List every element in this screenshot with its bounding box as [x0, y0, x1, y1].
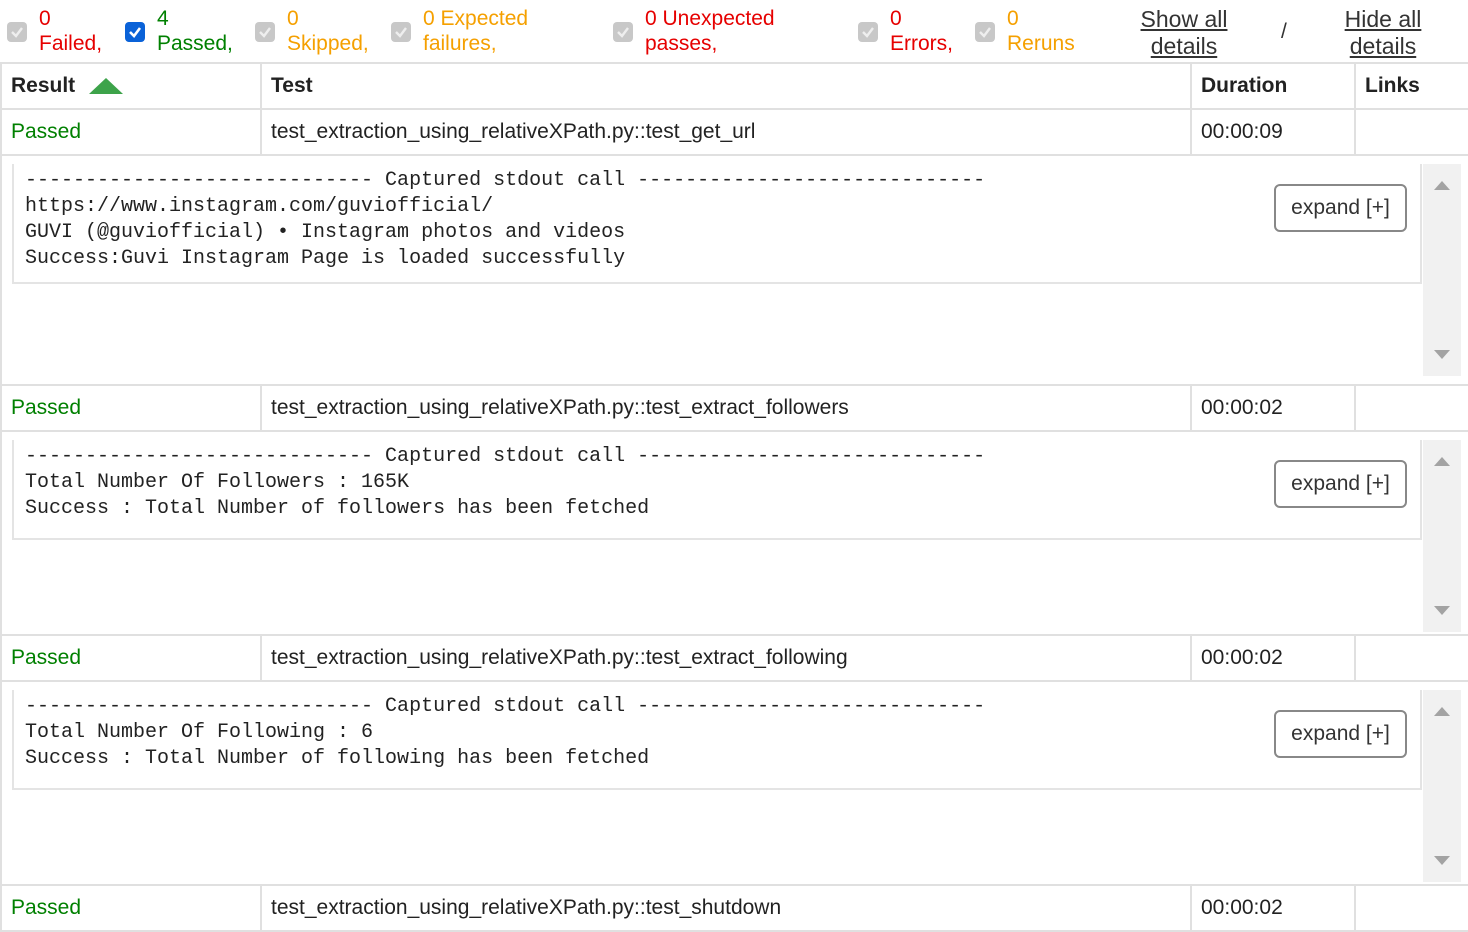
column-header-result[interactable]: Result	[0, 62, 262, 110]
scroll-down-arrow-icon[interactable]	[1434, 350, 1450, 360]
captured-log: ----------------------------- Captured s…	[12, 690, 1422, 790]
checkbox-errors[interactable]	[858, 22, 878, 42]
filter-bar: 0 Failed, 4 Passed, 0 Skipped, 0 Expected fa…	[0, 0, 1468, 62]
log-line: Total Number Of Following : 6	[25, 721, 374, 744]
column-header-links: Links	[1354, 62, 1468, 110]
scrollbar[interactable]	[1423, 164, 1461, 376]
filter-count: 4	[157, 7, 169, 30]
filter-label: passes,	[645, 32, 718, 55]
check-icon	[11, 27, 23, 38]
scrollbar[interactable]	[1423, 690, 1461, 882]
header-label: Result	[11, 74, 76, 97]
captured-log: ----------------------------- Captured s…	[12, 440, 1422, 540]
filter-label: Skipped,	[287, 32, 369, 55]
check-icon	[862, 27, 874, 38]
details-row: ----------------------------- Captured s…	[0, 154, 1468, 386]
links-cell	[1354, 384, 1468, 432]
test-name-cell: test_extraction_using_relativeXPath.py::…	[260, 108, 1192, 156]
table-row[interactable]: Passed test_extraction_using_relativeXPa…	[0, 108, 1468, 156]
filter-count: 0 Expected	[423, 7, 529, 30]
hide-all-text: Hide all	[1344, 6, 1422, 32]
checkbox-passed[interactable]	[125, 22, 145, 42]
filter-count: 0	[39, 7, 51, 30]
links-cell	[1354, 634, 1468, 682]
log-line: ----------------------------- Captured s…	[25, 445, 986, 468]
log-line: Success : Total Number of following has …	[25, 747, 650, 770]
filter-label: Failed,	[39, 32, 103, 55]
log-line: Success : Total Number of followers has …	[25, 497, 650, 520]
captured-log: ----------------------------- Captured s…	[12, 164, 1422, 284]
links-cell	[1354, 108, 1468, 156]
details-row: ----------------------------- Captured s…	[0, 680, 1468, 886]
check-icon	[395, 27, 407, 38]
filter-count: 0	[890, 7, 902, 30]
show-all-text: Show all	[1140, 6, 1228, 32]
column-header-duration[interactable]: Duration	[1190, 62, 1356, 110]
table-row[interactable]: Passed test_extraction_using_relativeXPa…	[0, 634, 1468, 682]
log-line: Success:Guvi Instagram Page is loaded su…	[25, 247, 626, 270]
result-cell: Passed	[0, 634, 262, 682]
filter-count: 0	[1007, 7, 1019, 30]
filter-label: Passed,	[157, 32, 233, 55]
check-icon	[259, 27, 271, 38]
links-cell	[1354, 884, 1468, 932]
hide-all-details-link[interactable]: Hide all details	[1333, 6, 1433, 60]
check-icon	[129, 27, 142, 38]
duration-cell: 00:00:09	[1190, 108, 1356, 156]
log-line: ----------------------------- Captured s…	[25, 695, 986, 718]
scroll-up-arrow-icon[interactable]	[1434, 706, 1450, 716]
result-cell: Passed	[0, 108, 262, 156]
show-all-details-link[interactable]: Show all details	[1129, 6, 1239, 60]
results-table: Result Test Duration Links Passed test_e…	[0, 62, 1468, 932]
checkbox-reruns[interactable]	[975, 22, 995, 42]
test-name-cell: test_extraction_using_relativeXPath.py::…	[260, 384, 1192, 432]
scrollbar[interactable]	[1423, 440, 1461, 632]
scroll-down-arrow-icon[interactable]	[1434, 856, 1450, 866]
scroll-up-arrow-icon[interactable]	[1434, 456, 1450, 466]
filter-label: Errors,	[890, 32, 953, 55]
test-name-cell: test_extraction_using_relativeXPath.py::…	[260, 634, 1192, 682]
expand-button[interactable]: expand [+]	[1274, 460, 1407, 508]
log-line: GUVI (@guviofficial) • Instagram photos …	[25, 221, 626, 244]
check-icon	[617, 27, 629, 38]
scroll-up-arrow-icon[interactable]	[1434, 180, 1450, 190]
duration-cell: 00:00:02	[1190, 384, 1356, 432]
log-line: ----------------------------- Captured s…	[25, 169, 986, 192]
filter-label: failures,	[423, 32, 497, 55]
result-cell: Passed	[0, 384, 262, 432]
duration-cell: 00:00:02	[1190, 634, 1356, 682]
checkbox-skipped[interactable]	[255, 22, 275, 42]
result-cell: Passed	[0, 884, 262, 932]
checkbox-unexpected-passes[interactable]	[613, 22, 633, 42]
log-line: https://www.instagram.com/guviofficial/	[25, 195, 494, 218]
check-icon	[979, 27, 991, 38]
sort-ascending-icon	[89, 78, 124, 95]
log-line: Total Number Of Followers : 165K	[25, 471, 410, 494]
hide-all-details-text: details	[1349, 33, 1417, 59]
column-header-test[interactable]: Test	[260, 62, 1192, 110]
duration-cell: 00:00:02	[1190, 884, 1356, 932]
table-row[interactable]: Passed test_extraction_using_relativeXPa…	[0, 884, 1468, 932]
filter-count: 0 Unexpected	[645, 7, 775, 30]
filter-label: Reruns	[1007, 32, 1075, 55]
link-separator: /	[1281, 20, 1287, 43]
checkbox-expected-failures[interactable]	[391, 22, 411, 42]
table-row[interactable]: Passed test_extraction_using_relativeXPa…	[0, 384, 1468, 432]
scroll-down-arrow-icon[interactable]	[1434, 606, 1450, 616]
show-all-details-text: details	[1150, 33, 1218, 59]
expand-button[interactable]: expand [+]	[1274, 710, 1407, 758]
checkbox-failed[interactable]	[7, 22, 27, 42]
filter-count: 0	[287, 7, 299, 30]
expand-button[interactable]: expand [+]	[1274, 184, 1407, 232]
details-row: ----------------------------- Captured s…	[0, 430, 1468, 636]
test-name-cell: test_extraction_using_relativeXPath.py::…	[260, 884, 1192, 932]
